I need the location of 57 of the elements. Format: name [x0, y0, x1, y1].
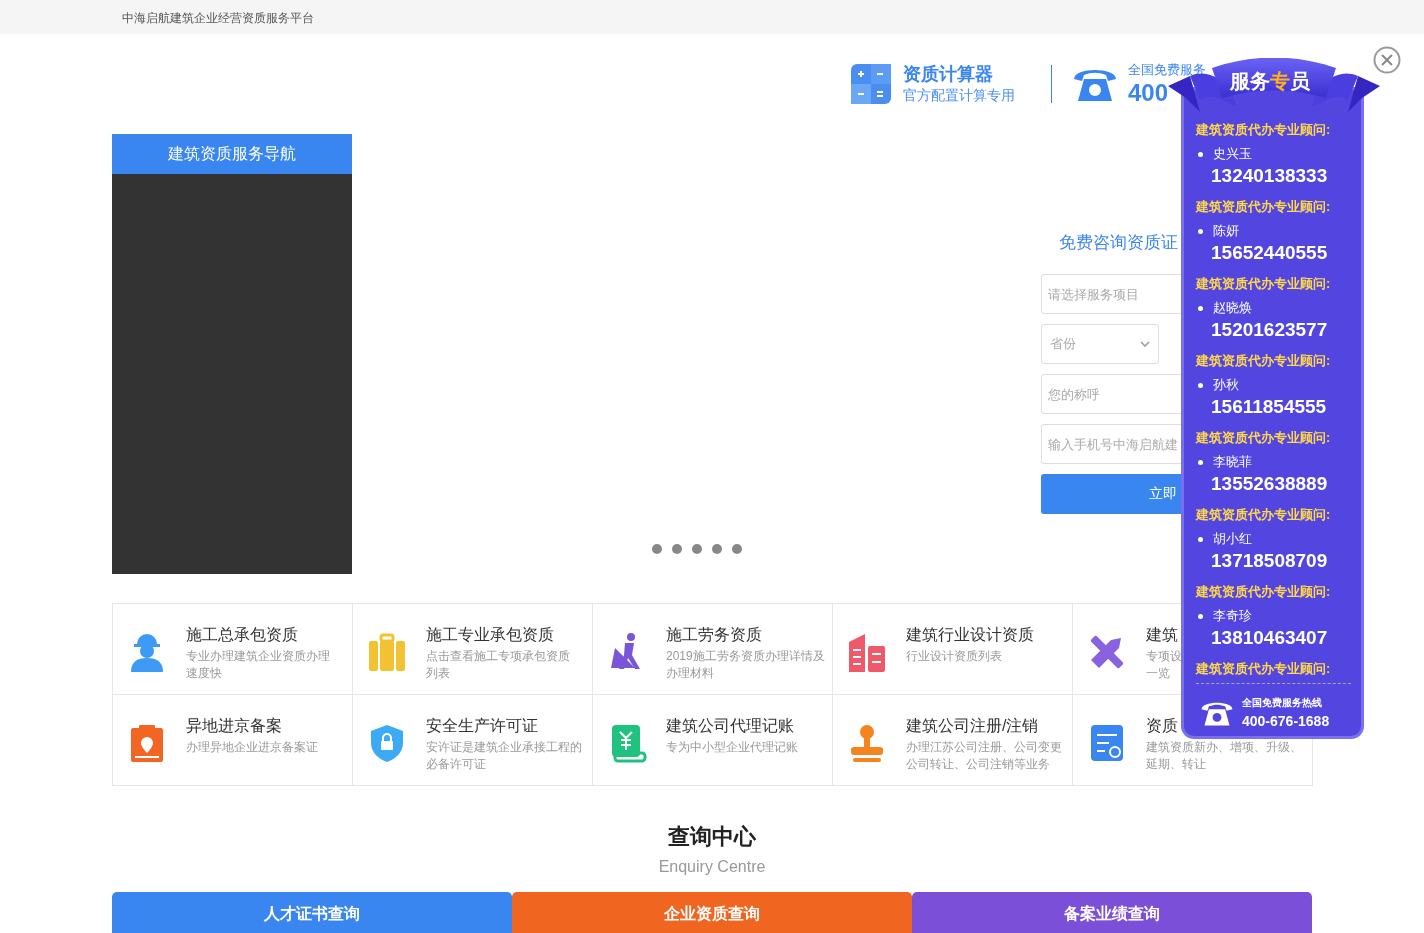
service-description: 办理材料: [666, 665, 714, 682]
section-subtitle: Enquiry Centre: [658, 858, 766, 876]
service-title: 施工劳务资质: [666, 625, 762, 645]
advisor-name: 赵晓焕: [1196, 298, 1361, 318]
advisor-label: 建筑资质代办专业顾问:: [1196, 275, 1332, 293]
navigation-title: 建筑资质服务导航: [112, 134, 352, 174]
advisor-phone: 15652440555: [1211, 241, 1329, 265]
advisor-name: 李奇珍: [1196, 606, 1361, 626]
advisor-phone: 15611854555: [1211, 395, 1328, 419]
service-description: 办理江苏公司注册、公司变更: [906, 739, 1062, 756]
form-title: 免费咨询资质证: [1059, 232, 1179, 254]
service-description: 专项设: [1146, 648, 1182, 665]
panel-title: 服务专员: [1230, 69, 1310, 94]
advisor-label: 建筑资质代办专业顾问:: [1196, 121, 1332, 139]
service-description: 一览: [1146, 665, 1170, 682]
service-title: 建筑公司代理记账: [666, 716, 794, 736]
service-title: 资质: [1146, 716, 1178, 736]
service-description: 专业办理建筑企业资质办理: [186, 648, 330, 665]
advisor-phone: 13552638889: [1211, 472, 1329, 496]
service-description: 专为中小型企业代理记账: [666, 739, 798, 756]
service-description: 速度快: [186, 665, 222, 682]
service-description: 公司转让、公司注销等业务: [906, 756, 1050, 773]
service-description: 办理异地企业进京备案证: [186, 739, 318, 756]
calculator-subtitle: 官方配置计算专用: [903, 86, 1015, 105]
advisor-label: 建筑资质代办专业顾问:: [1196, 583, 1332, 601]
advisor-label: 建筑资质代办专业顾问:: [1196, 429, 1332, 447]
service-description: 安许证是建筑企业承接工程的: [426, 739, 582, 756]
advisor-label: 建筑资质代办专业顾问:: [1196, 659, 1351, 684]
advisor-name: 孙秋: [1196, 375, 1361, 395]
advisor-label: 建筑资质代办专业顾问:: [1196, 506, 1332, 524]
service-description: 行业设计资质列表: [906, 648, 1002, 665]
advisor-label: 建筑资质代办专业顾问:: [1196, 198, 1332, 216]
advisor-phone: 13810463407: [1211, 626, 1329, 650]
service-title: 施工专业承包资质: [426, 625, 554, 645]
service-description: 2019施工劳务资质办理详情及: [666, 648, 825, 665]
advisor-phone: 13240138333: [1211, 164, 1329, 188]
advisor-name: 史兴玉: [1196, 144, 1361, 164]
service-title: 施工总承包资质: [186, 625, 298, 645]
service-description: 建筑资质新办、增项、升级、: [1146, 739, 1302, 756]
advisor-phone: 13718508709: [1211, 549, 1329, 573]
service-title: 建筑公司注册/注销: [906, 716, 1039, 736]
service-title: 安全生产许可证: [426, 716, 538, 736]
advisor-name: 胡小红: [1196, 529, 1361, 549]
service-description: 列表: [426, 665, 450, 682]
service-title: 建筑: [1146, 625, 1178, 645]
advisor-phone: 15201623577: [1211, 318, 1329, 342]
advisor-name: 李晓菲: [1196, 452, 1361, 472]
hotline-number: 400: [1128, 79, 1169, 107]
service-description: 点击查看施工专项承包资质: [426, 648, 570, 665]
section-title: 查询中心: [668, 823, 756, 851]
service-title: 建筑行业设计资质: [906, 625, 1034, 645]
service-title: 异地进京备案: [186, 716, 282, 736]
advisor-label: 建筑资质代办专业顾问:: [1196, 352, 1332, 370]
advisor-name: 陈妍: [1196, 221, 1361, 241]
site-name: 中海启航建筑企业经营资质服务平台: [122, 10, 314, 25]
service-description: 必备许可证: [426, 756, 486, 773]
service-description: 延期、转让: [1146, 756, 1206, 773]
